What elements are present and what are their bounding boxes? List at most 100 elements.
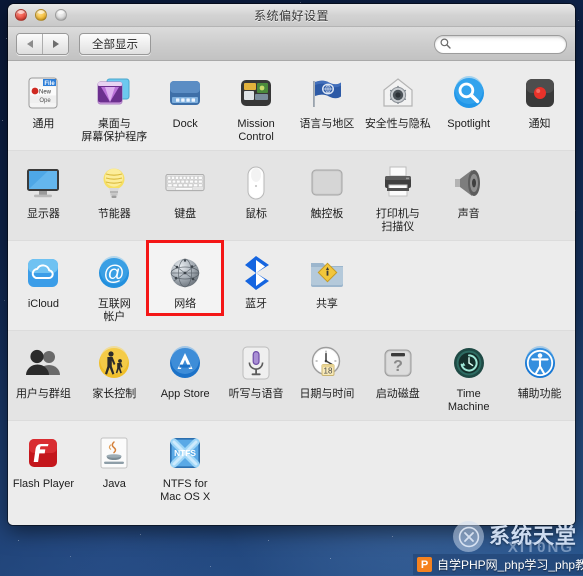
pane-row-personal: File New Ope 通用 桌面与 屏幕保护程序 Dock Mission … [8,61,575,151]
pane-label: 桌面与 屏幕保护程序 [81,118,147,143]
pane-row-hardware: 显示器 节能器 键盘 鼠标 触控板 打印机与 扫描仪 声音 [8,151,575,241]
pane-label-line2: 帐户 [103,310,126,323]
network-icon [165,253,205,293]
svg-text:?: ? [393,358,403,375]
pane-empty-slot [362,429,433,503]
nav-button-group [16,32,69,55]
pane-label-line2: Control [238,130,274,143]
pref-pane-sharing[interactable]: 共享 [292,249,363,323]
show-all-button[interactable]: 全部显示 [79,32,151,55]
pane-label: Flash Player [12,478,74,490]
sound-icon [449,163,489,203]
search-box [434,34,567,54]
pane-label: 共享 [315,298,338,310]
pref-pane-notifications[interactable]: 通知 [504,69,575,143]
pane-empty-slot [504,249,575,323]
pane-label-line2: 扫描仪 [381,220,415,233]
pane-empty-slot [221,429,292,503]
parental-controls-icon [94,343,134,383]
pane-empty-slot [362,249,433,323]
pane-label-line1: NTFS for [162,478,208,490]
pane-label: 鼠标 [245,208,268,220]
pref-pane-accessibility[interactable]: 辅助功能 [504,339,575,413]
pane-label: 显示器 [26,208,60,220]
pane-empty-slot [292,429,363,503]
taskbar-watermark: P 自学PHP网_php学习_php教程 [413,554,583,575]
pref-pane-bluetooth[interactable]: 蓝牙 [221,249,292,323]
pref-pane-ntfs[interactable]: NTFS NTFS for Mac OS X [150,429,221,503]
pref-pane-app-store[interactable]: App Store [150,339,221,413]
accessibility-icon [520,343,560,383]
pane-label: 辅助功能 [517,388,562,400]
forward-button[interactable] [42,33,68,54]
pane-label: 语言与地区 [299,118,355,130]
pref-pane-network[interactable]: 网络 [150,249,221,323]
displays-icon [23,163,63,203]
pref-pane-time-machine[interactable]: Time Machine [433,339,504,413]
trackpad-icon [307,163,347,203]
window-titlebar: 系统偏好设置 [8,4,575,27]
taskbar-watermark-text: 自学PHP网_php学习_php教程 [437,558,583,572]
pane-label: 声音 [457,208,480,220]
startup-disk-icon: ? [378,343,418,383]
pane-label: 网络 [174,298,197,310]
preference-panes-grid: File New Ope 通用 桌面与 屏幕保护程序 Dock Mission … [8,61,575,525]
pref-pane-dock[interactable]: Dock [150,69,221,143]
pref-pane-keyboard[interactable]: 键盘 [150,159,221,233]
ntfs-icon: NTFS [165,433,205,473]
pref-pane-dictation-speech[interactable]: 听写与语音 [221,339,292,413]
users-groups-icon [23,343,63,383]
pref-pane-internet-accounts[interactable]: @ 互联网 帐户 [79,249,150,323]
pref-pane-printers-scanners[interactable]: 打印机与 扫描仪 [362,159,433,233]
bluetooth-icon [236,253,276,293]
pref-pane-sound[interactable]: 声音 [433,159,504,233]
pref-pane-desktop-screensaver[interactable]: 桌面与 屏幕保护程序 [79,69,150,143]
site-watermark: 系统天堂 XIT0NG [453,521,577,556]
pref-pane-trackpad[interactable]: 触控板 [292,159,363,233]
pref-pane-energy-saver[interactable]: 节能器 [79,159,150,233]
pref-pane-parental-controls[interactable]: 家长控制 [79,339,150,413]
svg-text:@: @ [104,262,125,285]
back-button[interactable] [17,33,42,54]
pref-pane-mouse[interactable]: 鼠标 [221,159,292,233]
pane-row-other: Flash Player Java NTFS NTFS for Mac OS X [8,421,575,510]
svg-text:File: File [45,81,56,87]
pref-pane-date-time[interactable]: 18 日期与时间 [292,339,363,413]
spotlight-icon [449,73,489,113]
pane-label: 节能器 [97,208,131,220]
mouse-icon [236,163,276,203]
svg-text:New: New [39,90,52,96]
pref-pane-flash-player[interactable]: Flash Player [8,429,79,503]
pane-label: 通用 [32,118,55,130]
security-privacy-icon [378,73,418,113]
pane-label: 互联网 帐户 [98,298,131,323]
pref-pane-startup-disk[interactable]: ? 启动磁盘 [362,339,433,413]
svg-text:Ope: Ope [40,98,52,104]
pref-pane-general[interactable]: File New Ope 通用 [8,69,79,143]
pref-pane-spotlight[interactable]: Spotlight [433,69,504,143]
pref-pane-java[interactable]: Java [79,429,150,503]
pref-pane-displays[interactable]: 显示器 [8,159,79,233]
pane-label: 触控板 [310,208,344,220]
desktop-background: 系统偏好设置 全部显示 File New Ope 通用 桌面与 屏幕保护程序 D… [0,0,583,576]
printers-scanners-icon [378,163,418,203]
pref-pane-users-groups[interactable]: 用户与群组 [8,339,79,413]
pane-label: Time Machine [447,388,490,413]
chevron-right-icon [52,39,59,48]
internet-accounts-icon: @ [94,253,134,293]
pane-label: 安全性与隐私 [364,118,431,130]
pane-label: 键盘 [174,208,197,220]
pref-pane-mission-control[interactable]: Mission Control [221,69,292,143]
pane-empty-slot [433,249,504,323]
pref-pane-language-region[interactable]: 语言与地区 [292,69,363,143]
pref-pane-security-privacy[interactable]: 安全性与隐私 [362,69,433,143]
pref-pane-icloud[interactable]: iCloud [8,249,79,323]
search-input[interactable] [434,34,567,54]
watermark-logo-icon [453,521,484,552]
watermark-site-sub: XIT0NG [507,538,574,556]
chevron-left-icon [26,39,33,48]
pane-label-line1: 打印机与 [375,208,420,220]
pane-label: 蓝牙 [245,298,268,310]
date-time-icon: 18 [307,343,347,383]
flash-player-icon [23,433,63,473]
